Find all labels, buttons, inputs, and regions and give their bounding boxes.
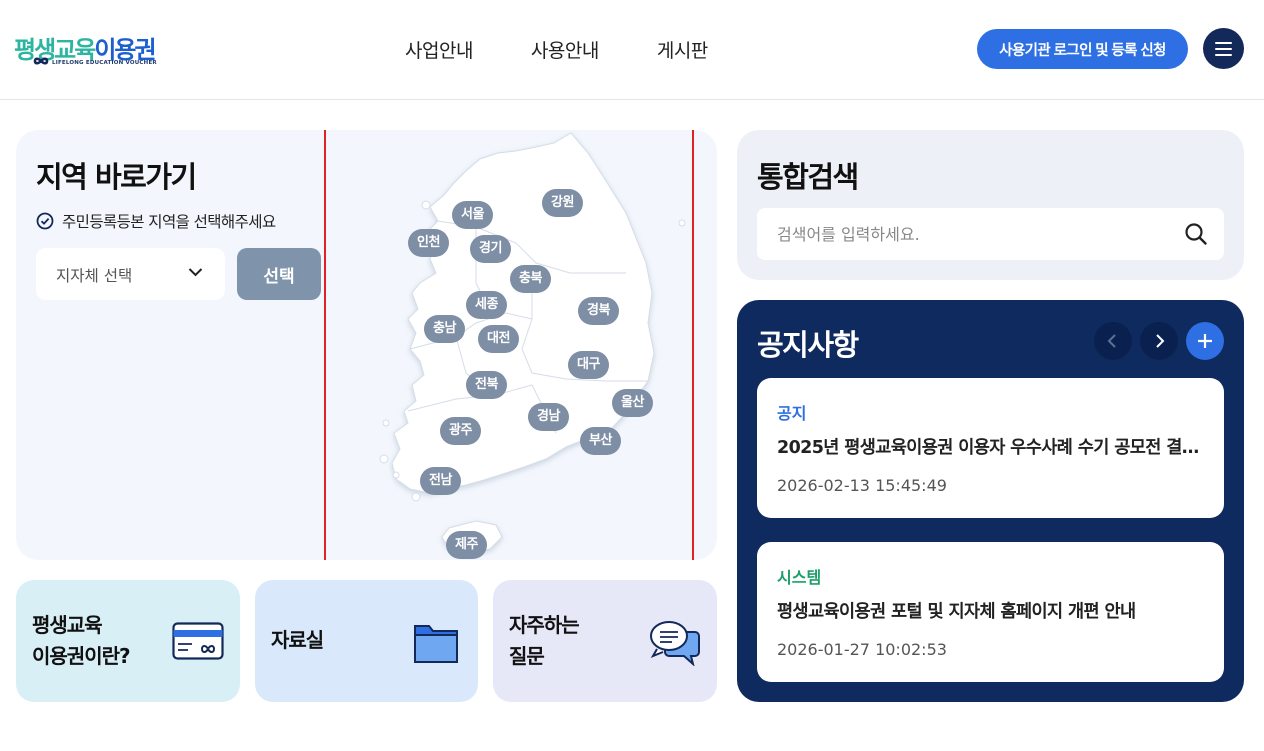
quick-link-faq[interactable]: 자주하는 질문 [493,580,717,702]
region-jeonnam[interactable]: 전남 [420,467,461,495]
notice-item[interactable]: 시스템 평생교육이용권 포털 및 지자체 홈페이지 개편 안내 2026-01-… [757,542,1224,682]
quick-link-voucher-info[interactable]: 평생교육 이용권이란? [16,580,240,702]
search-title: 통합검색 [757,160,859,194]
institution-login-button[interactable]: 사용기관 로그인 및 등록 신청 [977,29,1188,69]
korea-region-map: 서울 강원 인천 경기 충북 세종 경북 충남 대전 대구 전북 울산 경남 광… [324,130,694,560]
notice-item-date: 2026-01-27 10:02:53 [777,640,947,659]
region-guide: 주민등록등본 지역을 선택해주세요 [36,210,276,232]
nav-board[interactable]: 게시판 [657,36,708,63]
region-gyeonggi[interactable]: 경기 [470,235,511,263]
notice-prev-button[interactable] [1094,322,1132,360]
notice-title: 공지사항 [757,328,859,362]
region-shortcut-panel: 지역 바로가기 주민등록등본 지역을 선택해주세요 지자체 선택 선택 서울 강… [16,130,717,560]
quick-link-resources[interactable]: 자료실 [255,580,478,702]
quick-link-voucher-info-line1: 평생교육 [32,613,103,637]
notice-panel: 공지사항 공지 2025년 평생교육이용권 이용자 우수사례 수기 공모전 결과… [737,300,1244,702]
notice-item-date: 2026-02-13 15:45:49 [777,476,947,495]
nav-usage-guide[interactable]: 사용안내 [531,36,599,63]
region-gyeongnam[interactable]: 경남 [528,403,569,431]
quick-link-faq-line2: 질문 [509,644,545,668]
region-gangwon[interactable]: 강원 [542,189,583,217]
quick-link-voucher-info-line2: 이용권이란? [32,644,131,668]
region-seoul[interactable]: 서울 [452,201,493,229]
region-sejong[interactable]: 세종 [466,291,507,319]
notice-item[interactable]: 공지 2025년 평생교육이용권 이용자 우수사례 수기 공모전 결과 발표 2… [757,378,1224,518]
notice-item-title: 2025년 평생교육이용권 이용자 우수사례 수기 공모전 결과 발표 [777,438,1207,458]
region-daejeon[interactable]: 대전 [478,325,519,353]
check-circle-icon [36,212,54,230]
region-daegu[interactable]: 대구 [568,351,609,379]
search-icon[interactable] [1184,222,1208,246]
chat-bubble-icon [650,621,700,666]
region-jeonbuk[interactable]: 전북 [466,371,507,399]
region-guide-text: 주민등록등본 지역을 선택해주세요 [62,213,276,231]
region-incheon[interactable]: 인천 [408,229,449,257]
search-input[interactable] [757,208,1177,260]
plus-icon [1198,334,1212,348]
chevron-down-icon [188,268,203,277]
logo-subtitle: LIFELONG EDUCATION VOUCHER [52,60,157,66]
hamburger-menu-button[interactable] [1203,28,1244,69]
nav-business-info[interactable]: 사업안내 [405,36,473,63]
site-logo[interactable]: 평생교육이용권 LIFELONG EDUCATION VOUCHER [14,30,157,72]
site-header: 평생교육이용권 LIFELONG EDUCATION VOUCHER 사업안내 … [0,0,1264,100]
notice-category: 시스템 [777,568,822,587]
infinity-icon [33,57,49,65]
region-select-button[interactable]: 선택 [237,248,321,300]
quick-link-faq-line1: 자주하는 [509,613,580,637]
region-jeju[interactable]: 제주 [446,531,487,559]
municipality-select-value: 지자체 선택 [56,267,133,285]
folder-icon [414,625,458,663]
region-gyeongbuk[interactable]: 경북 [578,297,619,325]
region-gwangju[interactable]: 광주 [440,417,481,445]
municipality-select[interactable]: 지자체 선택 [36,248,225,300]
hamburger-icon [1215,42,1232,44]
notice-more-button[interactable] [1186,322,1224,360]
region-ulsan[interactable]: 울산 [612,389,653,417]
search-box [757,208,1224,260]
voucher-card-icon [172,622,224,660]
notice-next-button[interactable] [1140,322,1178,360]
notice-item-title: 평생교육이용권 포털 및 지자체 홈페이지 개편 안내 [777,602,1136,622]
region-chungbuk[interactable]: 충북 [510,265,551,293]
notice-category: 공지 [777,404,807,423]
quick-link-resources-label: 자료실 [271,628,324,652]
region-chungnam[interactable]: 충남 [424,315,465,343]
integrated-search-panel: 통합검색 [737,130,1244,280]
main-nav: 사업안내 사용안내 게시판 [405,36,766,63]
region-title: 지역 바로가기 [36,160,197,194]
region-busan[interactable]: 부산 [580,427,621,455]
chevron-left-icon [1107,334,1116,348]
chevron-right-icon [1156,334,1165,348]
